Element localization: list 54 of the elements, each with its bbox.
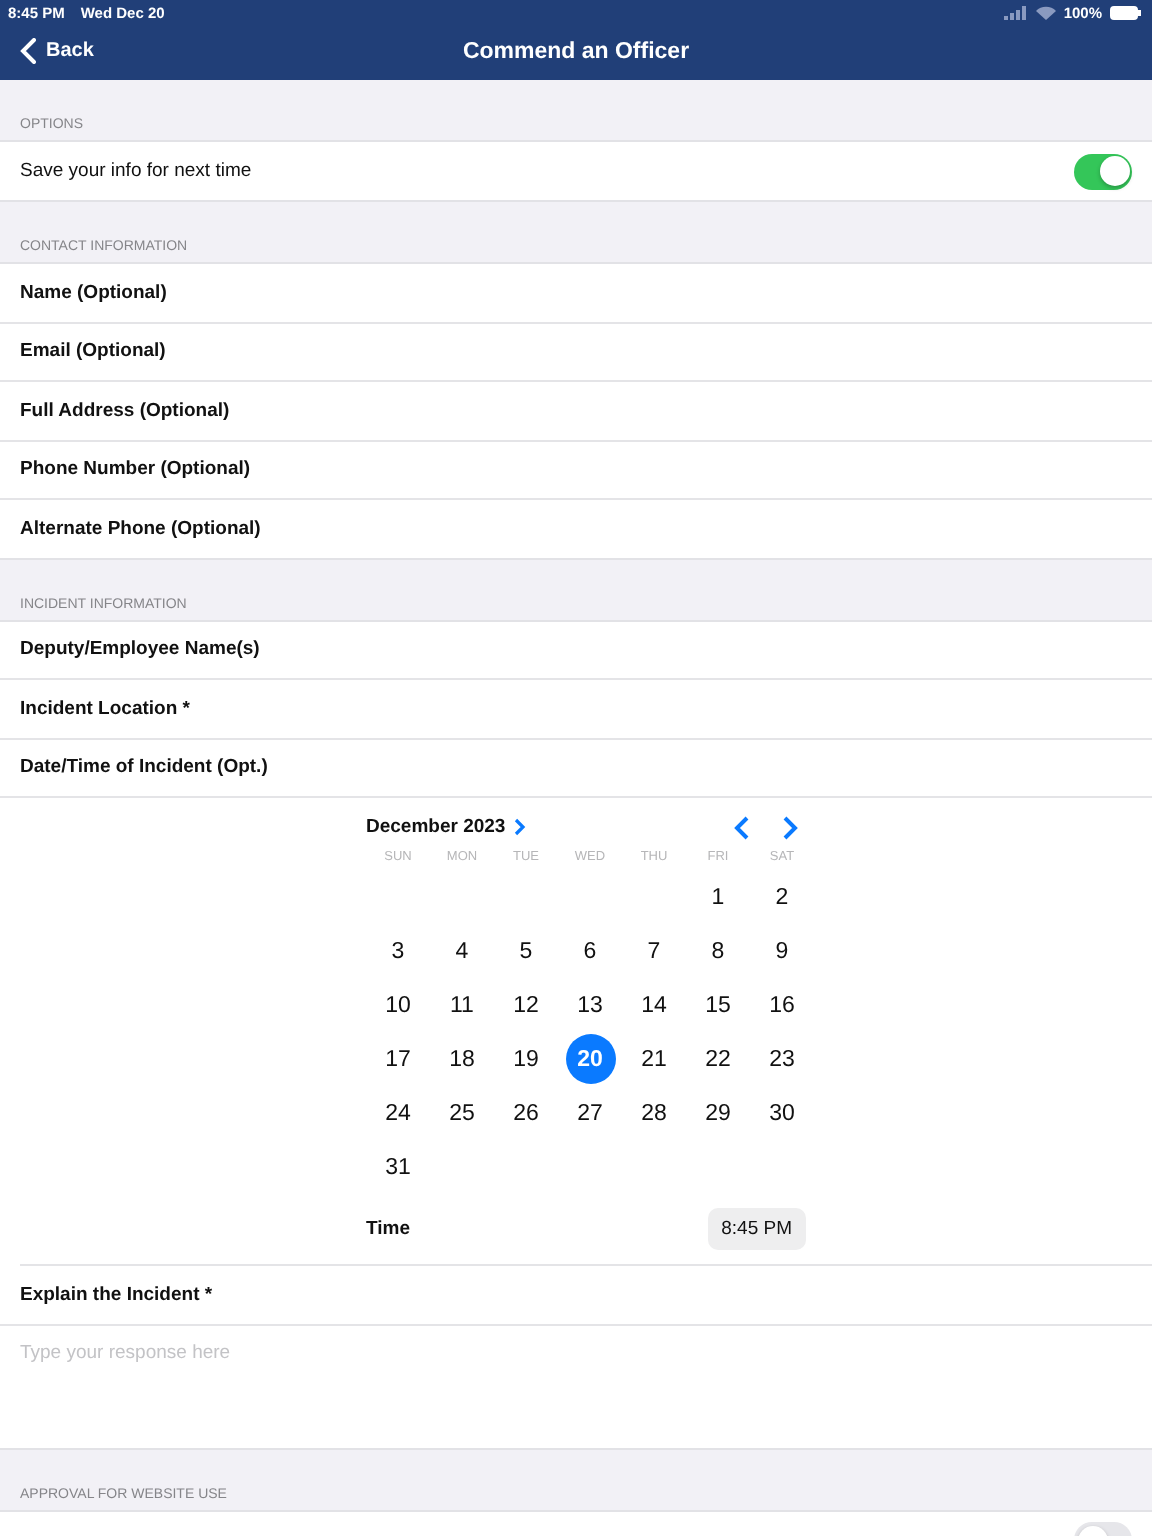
battery-icon bbox=[1110, 5, 1142, 19]
chevron-left-icon bbox=[734, 815, 750, 839]
chevron-right-icon bbox=[513, 818, 526, 836]
calendar-day[interactable]: 13 bbox=[565, 980, 615, 1030]
form-field[interactable]: Alternate Phone (Optional) bbox=[20, 511, 261, 546]
form-field[interactable]: Full Address (Optional) bbox=[20, 393, 230, 428]
calendar-day[interactable]: 1 bbox=[693, 872, 743, 922]
chevron-right-icon bbox=[782, 815, 798, 839]
calendar-day[interactable]: 12 bbox=[501, 980, 551, 1030]
calendar-day[interactable]: 26 bbox=[501, 1088, 551, 1138]
calendar-day[interactable]: 10 bbox=[373, 980, 423, 1030]
nav-title: Commend an Officer bbox=[462, 40, 690, 64]
form-field[interactable]: Name (Optional) bbox=[20, 275, 167, 310]
signal-icon bbox=[1003, 5, 1028, 19]
calendar-day[interactable]: 15 bbox=[693, 980, 743, 1030]
form-field[interactable]: Deputy/Employee Name(s) bbox=[20, 632, 260, 667]
calendar-day[interactable]: 4 bbox=[437, 926, 487, 976]
calendar-day[interactable]: 25 bbox=[437, 1088, 487, 1138]
calendar-day[interactable]: 31 bbox=[373, 1142, 423, 1192]
calendar-day[interactable]: 20 bbox=[565, 1034, 615, 1084]
time-label: Time bbox=[366, 1217, 411, 1239]
calendar-day[interactable]: 18 bbox=[437, 1034, 487, 1084]
form-field[interactable]: Email (Optional) bbox=[20, 334, 166, 369]
form-field[interactable]: Date/Time of Incident (Opt.) bbox=[20, 750, 268, 785]
toggle-switch[interactable] bbox=[1074, 153, 1132, 189]
calendar-day[interactable]: 14 bbox=[629, 980, 679, 1030]
calendar-day[interactable]: 21 bbox=[629, 1034, 679, 1084]
calendar-day[interactable]: 27 bbox=[565, 1088, 615, 1138]
calendar-day[interactable]: 22 bbox=[693, 1034, 743, 1084]
wifi-icon bbox=[1035, 5, 1056, 19]
chevron-left-icon bbox=[20, 38, 36, 64]
time-picker[interactable]: 8:45 PM bbox=[707, 1207, 806, 1249]
calendar-day[interactable]: 17 bbox=[373, 1034, 423, 1084]
form-field[interactable]: Incident Location * bbox=[20, 691, 190, 726]
calendar-day[interactable]: 28 bbox=[629, 1088, 679, 1138]
calendar-day[interactable]: 16 bbox=[757, 980, 807, 1030]
calendar-day[interactable]: 23 bbox=[757, 1034, 807, 1084]
calendar-day[interactable]: 9 bbox=[757, 926, 807, 976]
calendar-day[interactable]: 8 bbox=[693, 926, 743, 976]
calendar-day[interactable]: 6 bbox=[565, 926, 615, 976]
calendar-day[interactable]: 2 bbox=[757, 872, 807, 922]
calendar-day[interactable]: 24 bbox=[373, 1088, 423, 1138]
back-button[interactable]: Back bbox=[16, 34, 98, 68]
calendar-day[interactable]: 7 bbox=[629, 926, 679, 976]
calendar-day[interactable]: 5 bbox=[501, 926, 551, 976]
calendar-day[interactable]: 29 bbox=[693, 1088, 743, 1138]
calendar-day[interactable]: 30 bbox=[757, 1088, 807, 1138]
calendar-day[interactable]: 11 bbox=[437, 980, 487, 1030]
month-picker[interactable]: December 2023 bbox=[366, 816, 526, 838]
calendar-day[interactable]: 19 bbox=[501, 1034, 551, 1084]
form-field[interactable]: Phone Number (Optional) bbox=[20, 452, 251, 487]
calendar-day[interactable]: 3 bbox=[373, 926, 423, 976]
form-field[interactable]: Explain the Incident * bbox=[20, 1277, 213, 1312]
toggle-label: Save your info for next time bbox=[20, 160, 252, 182]
